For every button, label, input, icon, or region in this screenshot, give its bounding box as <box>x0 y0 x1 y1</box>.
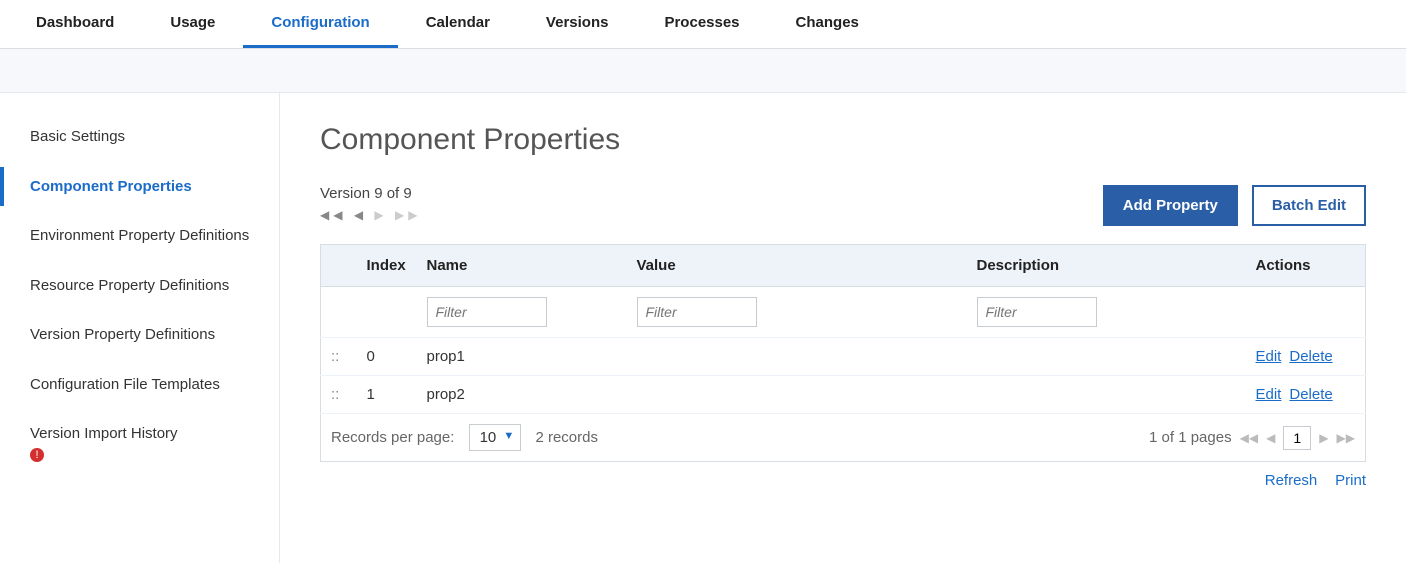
page-number-input[interactable] <box>1283 426 1311 450</box>
tab-versions[interactable]: Versions <box>518 0 637 48</box>
sidebar-item-resource-property-definitions[interactable]: Resource Property Definitions <box>0 266 279 306</box>
pages-text: 1 of 1 pages <box>1149 429 1232 446</box>
filter-row <box>321 287 1366 338</box>
col-index: Index <box>357 245 417 287</box>
batch-edit-button[interactable]: Batch Edit <box>1252 185 1366 226</box>
delete-link[interactable]: Delete <box>1289 348 1332 365</box>
page-first-icon[interactable]: ◀◀ <box>1240 431 1258 445</box>
filter-name-input[interactable] <box>427 297 547 327</box>
sidebar-item-version-import-history[interactable]: Version Import History! <box>0 414 279 473</box>
add-property-button[interactable]: Add Property <box>1103 185 1238 226</box>
cell-value <box>627 376 967 414</box>
edit-link[interactable]: Edit <box>1256 386 1282 403</box>
cell-description <box>967 376 1246 414</box>
col-name: Name <box>417 245 627 287</box>
cell-name: prop2 <box>417 376 627 414</box>
sidebar-item-environment-property-definitions[interactable]: Environment Property Definitions <box>0 216 279 256</box>
col-description: Description <box>967 245 1246 287</box>
records-per-page-select[interactable]: 10▼ <box>469 424 522 451</box>
tab-usage[interactable]: Usage <box>142 0 243 48</box>
cell-name: prop1 <box>417 338 627 376</box>
properties-table: Index Name Value Description Actions ::0… <box>320 244 1366 462</box>
sidebar-item-version-property-definitions[interactable]: Version Property Definitions <box>0 315 279 355</box>
print-link[interactable]: Print <box>1335 472 1366 489</box>
drag-handle-icon[interactable]: :: <box>321 338 357 376</box>
cell-index: 1 <box>357 376 417 414</box>
sidebar-item-component-properties[interactable]: Component Properties <box>0 167 279 207</box>
tab-calendar[interactable]: Calendar <box>398 0 518 48</box>
sidebar: Basic Settings Component Properties Enviro… <box>0 93 280 563</box>
table-row: ::1prop2 Edit Delete <box>321 376 1366 414</box>
edit-link[interactable]: Edit <box>1256 348 1282 365</box>
records-count: 2 records <box>535 429 598 446</box>
pager-next-icon[interactable]: ▶ <box>374 208 387 222</box>
page-title: Component Properties <box>320 123 1366 157</box>
drag-handle-icon[interactable]: :: <box>321 376 357 414</box>
top-tabs: DashboardUsageConfigurationCalendarVersi… <box>0 0 1406 49</box>
table-row: ::0prop1 Edit Delete <box>321 338 1366 376</box>
filter-description-input[interactable] <box>977 297 1097 327</box>
pager-last-icon[interactable]: ▶▶ <box>395 208 421 222</box>
refresh-link[interactable]: Refresh <box>1265 472 1318 489</box>
records-per-page-label: Records per page: <box>331 429 454 446</box>
delete-link[interactable]: Delete <box>1289 386 1332 403</box>
page-prev-icon[interactable]: ◀ <box>1266 431 1275 445</box>
col-value: Value <box>627 245 967 287</box>
tab-changes[interactable]: Changes <box>768 0 887 48</box>
tab-subbar <box>0 49 1406 93</box>
filter-value-input[interactable] <box>637 297 757 327</box>
version-pager: ◀◀ ◀ ▶ ▶▶ <box>320 208 421 222</box>
alert-icon: ! <box>30 448 44 462</box>
page-next-icon[interactable]: ▶ <box>1319 431 1328 445</box>
sidebar-item-basic-settings[interactable]: Basic Settings <box>0 117 279 157</box>
tab-processes[interactable]: Processes <box>636 0 767 48</box>
main-content: Component Properties Version 9 of 9 ◀◀ ◀… <box>280 93 1406 563</box>
version-text: Version 9 of 9 <box>320 185 421 202</box>
cell-index: 0 <box>357 338 417 376</box>
page-last-icon[interactable]: ▶▶ <box>1337 431 1355 445</box>
chevron-down-icon: ▼ <box>503 430 514 442</box>
pager-prev-icon[interactable]: ◀ <box>354 208 367 222</box>
tab-configuration[interactable]: Configuration <box>243 0 397 48</box>
cell-value <box>627 338 967 376</box>
pager-first-icon[interactable]: ◀◀ <box>320 208 346 222</box>
sidebar-item-configuration-file-templates[interactable]: Configuration File Templates <box>0 365 279 405</box>
col-actions: Actions <box>1246 245 1366 287</box>
tab-dashboard[interactable]: Dashboard <box>8 0 142 48</box>
cell-description <box>967 338 1246 376</box>
